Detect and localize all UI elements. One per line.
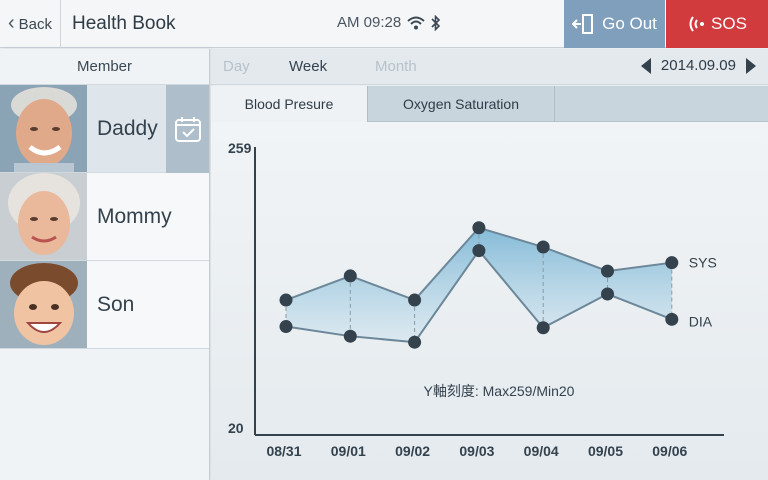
sos-label: SOS <box>711 14 747 33</box>
sys-point <box>665 256 679 270</box>
dia-point <box>536 321 550 335</box>
x-tick-label: 09/01 <box>331 443 366 459</box>
dia-point <box>601 287 614 301</box>
period-selector: Day Week Month 2014.09.09 <box>211 49 768 85</box>
dia-point <box>343 329 357 343</box>
bluetooth-icon <box>431 14 441 31</box>
sys-point <box>408 293 422 307</box>
sys-point <box>472 221 486 235</box>
chart-tabs: Blood Presure Oxygen Saturation <box>211 86 768 122</box>
sys-point <box>536 240 550 254</box>
previous-date-icon[interactable] <box>640 57 651 74</box>
period-day-tab[interactable]: Day <box>223 58 250 75</box>
y-min-label: 20 <box>228 420 244 436</box>
x-tick-label: 08/31 <box>266 443 301 459</box>
sys-series-label: SYS <box>689 255 717 271</box>
dia-point <box>665 312 679 326</box>
date-navigator: 2014.09.09 <box>640 57 756 74</box>
top-bar: ‹ Back Health Book AM 09:28 Go Out SOS <box>0 0 768 48</box>
dia-series-label: DIA <box>689 313 713 329</box>
back-label: Back <box>18 15 53 33</box>
member-item-daddy[interactable]: Daddy <box>0 85 209 173</box>
clock: AM 09:28 <box>337 14 402 31</box>
sys-point <box>601 264 614 278</box>
period-month-tab[interactable]: Month <box>375 58 417 75</box>
member-name: Mommy <box>97 204 172 228</box>
member-sidebar: Member Daddy Mommy Son <box>0 49 210 480</box>
exit-door-icon <box>572 14 594 34</box>
calendar-button[interactable] <box>166 85 209 173</box>
dia-point <box>279 320 293 334</box>
member-item-mommy[interactable]: Mommy <box>0 173 209 261</box>
blood-pressure-chart: 259 20 08/31 09/01 09/02 09/03 09/04 09/05 09/06… <box>211 122 768 480</box>
chart-svg: 259 20 08/31 09/01 09/02 09/03 09/04 09/05 09/06… <box>228 140 724 459</box>
tab-blood-pressure[interactable]: Blood Presure <box>211 86 368 122</box>
sos-button[interactable]: SOS <box>666 0 768 48</box>
x-tick-label: 09/03 <box>459 443 494 459</box>
member-name: Daddy <box>97 116 158 140</box>
y-scale-annotation: Y軸刻度: Max259/Min20 <box>424 383 575 399</box>
avatar <box>0 173 87 260</box>
sys-point <box>279 293 293 307</box>
period-week-tab[interactable]: Week <box>289 58 327 75</box>
calendar-check-icon <box>174 117 201 142</box>
chevron-left-icon: ‹ <box>7 12 15 34</box>
y-max-label: 259 <box>228 140 252 156</box>
member-header: Member <box>0 49 209 85</box>
tab-oxygen-saturation[interactable]: Oxygen Saturation <box>368 86 555 122</box>
dia-point <box>408 335 422 349</box>
current-date: 2014.09.09 <box>660 57 736 74</box>
sys-point <box>343 269 357 283</box>
dia-point <box>472 244 486 258</box>
x-tick-label: 09/06 <box>652 443 687 459</box>
avatar <box>0 85 87 172</box>
status-bar: AM 09:28 <box>337 14 441 31</box>
next-date-icon[interactable] <box>746 57 756 74</box>
go-out-label: Go Out <box>602 14 657 33</box>
back-button[interactable]: ‹ Back <box>0 0 61 48</box>
avatar <box>0 261 87 348</box>
go-out-button[interactable]: Go Out <box>564 0 665 48</box>
member-item-son[interactable]: Son <box>0 261 209 349</box>
alarm-signal-icon <box>689 16 705 32</box>
x-tick-label: 09/04 <box>524 443 559 459</box>
member-name: Son <box>97 292 135 316</box>
app-title: Health Book <box>72 13 176 34</box>
wifi-icon <box>407 16 425 29</box>
x-tick-label: 09/02 <box>395 443 430 459</box>
x-tick-label: 09/05 <box>588 443 623 459</box>
